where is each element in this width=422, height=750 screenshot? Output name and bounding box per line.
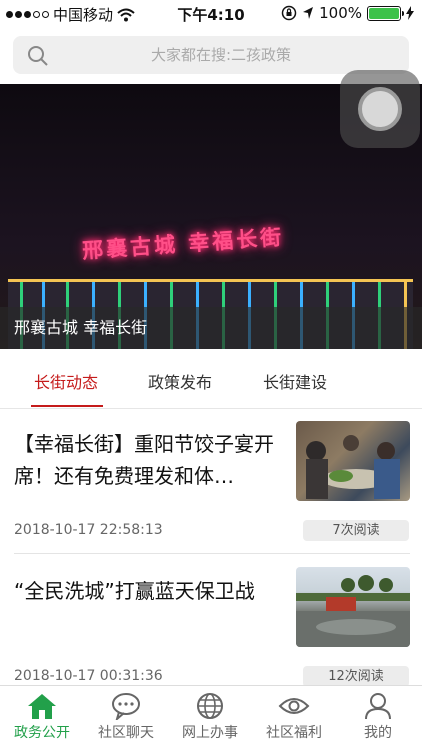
status-right: 100% [281, 4, 414, 22]
bottom-tab-bar: 政务公开 社区聊天 网上办事 社区福利 我的 [0, 685, 422, 750]
user-icon [365, 693, 391, 720]
assistive-touch-icon [358, 87, 402, 131]
news-title[interactable]: “全民洗城”打赢蓝天保卫战 [14, 575, 286, 607]
tabbar-item-community-welfare[interactable]: 社区福利 [252, 692, 336, 742]
chat-icon [112, 693, 140, 720]
divider [14, 553, 410, 554]
battery-icon [367, 5, 404, 21]
search-input[interactable] [13, 36, 409, 74]
tabbar-item-mine[interactable]: 我的 [336, 692, 420, 742]
tabbar-label: 网上办事 [182, 725, 238, 741]
status-bar: 中国移动 下午4:10 100% [0, 0, 422, 28]
news-title[interactable]: 【幸福长街】重阳节饺子宴开席！还有免费理发和体… [14, 428, 286, 492]
tabbar-item-online-services[interactable]: 网上办事 [168, 692, 252, 742]
tabbar-label: 社区福利 [266, 725, 322, 741]
battery-percent: 100% [319, 4, 362, 22]
category-tabs: 长街动态 政策发布 长街建设 [0, 349, 422, 409]
tab-policy-release[interactable]: 政策发布 [148, 369, 212, 393]
news-thumbnail[interactable] [296, 567, 410, 647]
news-thumbnail[interactable] [296, 421, 410, 501]
search-icon [28, 46, 48, 66]
tabbar-label: 政务公开 [14, 725, 70, 741]
dumpling-banquet-image [306, 435, 400, 499]
banner-caption: 邢襄古城 幸福长街 [14, 318, 148, 337]
news-read-count: 12次阅读 [303, 666, 409, 687]
tabbar-item-gov-affairs[interactable]: 政务公开 [0, 692, 84, 742]
banner-sign: 邢襄古城 幸福长街 [81, 223, 285, 264]
tab-street-construction[interactable]: 长街建设 [263, 369, 327, 393]
news-date: 2018-10-17 22:58:13 [14, 522, 163, 538]
eye-icon [278, 698, 310, 714]
tabbar-label: 社区聊天 [98, 725, 154, 741]
search-bar[interactable] [13, 36, 409, 74]
charging-icon [406, 6, 414, 20]
lock-rotation-icon [281, 5, 297, 21]
globe-icon [197, 693, 223, 719]
news-date: 2018-10-17 00:31:36 [14, 668, 163, 684]
assistive-touch-button[interactable] [340, 70, 420, 148]
street-cleaning-image [296, 575, 410, 647]
tabbar-label: 我的 [364, 725, 392, 741]
tabbar-item-community-chat[interactable]: 社区聊天 [84, 692, 168, 742]
tab-street-news[interactable]: 长街动态 [34, 369, 98, 393]
active-tab-indicator [31, 405, 103, 407]
location-icon [303, 7, 314, 19]
news-read-count: 7次阅读 [303, 520, 409, 541]
home-icon [28, 694, 56, 719]
